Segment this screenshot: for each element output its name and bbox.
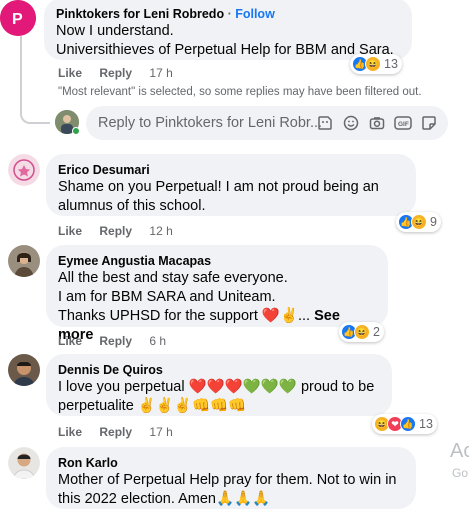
emoji-icon[interactable] xyxy=(342,114,360,132)
thread-line xyxy=(20,36,50,124)
comment-text-line: Shame on you Perpetual! I am not proud b… xyxy=(58,179,379,195)
comment-text-line: alumnus of this school. xyxy=(58,198,206,214)
comment-text-line: Mother of Perpetual Help pray for them. … xyxy=(58,472,397,488)
comment-text-line: Thanks UPHSD for the support ❤️✌️... xyxy=(58,308,311,324)
comment-actions: Like Reply 6 h xyxy=(58,334,180,348)
avatar[interactable] xyxy=(8,245,40,277)
svg-text:GIF: GIF xyxy=(398,121,409,128)
like-button[interactable]: Like xyxy=(58,425,82,439)
comment-author[interactable]: Pinktokers for Leni Robredo xyxy=(56,7,224,21)
reply-button[interactable]: Reply xyxy=(99,334,132,348)
comment-author[interactable]: Erico Desumari xyxy=(58,162,404,178)
reaction-count: 13 xyxy=(419,417,433,431)
avatar[interactable] xyxy=(8,154,40,186)
like-button[interactable]: Like xyxy=(58,224,82,238)
reply-placeholder: Reply to Pinktokers for Leni Robr... xyxy=(98,115,323,131)
reaction-count: 9 xyxy=(430,215,437,229)
watermark-text: Ac xyxy=(450,440,469,462)
timestamp[interactable]: 17 h xyxy=(149,425,172,439)
haha-reaction-icon: 😆 xyxy=(411,214,427,230)
follow-button[interactable]: Follow xyxy=(235,7,275,21)
comment-bubble: Pinktokers for Leni Robredo · Follow Now… xyxy=(44,0,412,60)
camera-icon[interactable] xyxy=(368,114,386,132)
watermark-text: Go xyxy=(452,466,469,480)
comment-author[interactable]: Ron Karlo xyxy=(58,455,404,471)
haha-reaction-icon: 😆 xyxy=(354,324,370,340)
gif-icon[interactable]: GIF xyxy=(394,114,412,132)
sticker-icon[interactable] xyxy=(316,114,334,132)
svg-text:P: P xyxy=(12,11,23,28)
timestamp[interactable]: 12 h xyxy=(149,224,172,238)
comment-bubble: Ron Karlo Mother of Perpetual Help pray … xyxy=(46,447,416,509)
comment-author[interactable]: Eymee Angustia Macapas xyxy=(58,253,376,269)
online-status-icon xyxy=(72,127,80,135)
comment-text-line: perpetualite ✌️✌️✌️👊👊👊 xyxy=(58,398,247,414)
avatar[interactable] xyxy=(8,354,40,386)
comment-text-line: this 2022 election. Amen🙏🙏🙏 xyxy=(58,491,271,507)
reactions-summary[interactable]: 👍 😆 13 xyxy=(350,54,402,74)
avatar[interactable]: P xyxy=(0,0,36,36)
comment-text-line: Now I understand. xyxy=(56,23,174,39)
avatar[interactable] xyxy=(8,447,40,479)
comment-text-line: Universithieves of Perpetual Help for BB… xyxy=(56,42,394,58)
comment-text-line: I love you perpetual ❤️❤️❤️💚💚💚 proud to … xyxy=(58,379,375,395)
comment-text-line: I am for BBM SARA and Uniteam. xyxy=(58,289,276,305)
filter-note: "Most relevant" is selected, so some rep… xyxy=(58,86,422,98)
comment-bubble: Erico Desumari Shame on you Perpetual! I… xyxy=(46,154,416,216)
reply-button[interactable]: Reply xyxy=(99,224,132,238)
comment-bubble: Dennis De Quiros I love you perpetual ❤️… xyxy=(46,354,392,416)
sticker-icon[interactable] xyxy=(420,114,438,132)
reactions-summary[interactable]: 👍 😆 2 xyxy=(339,322,384,342)
like-button[interactable]: Like xyxy=(58,66,82,80)
like-reaction-icon: 👍 xyxy=(400,416,416,432)
reactions-summary[interactable]: 👍 😆 9 xyxy=(396,212,441,232)
comment-actions: Like Reply 17 h xyxy=(58,66,187,80)
comment-author[interactable]: Dennis De Quiros xyxy=(58,362,380,378)
comment-text-line: All the best and stay safe everyone. xyxy=(58,270,288,286)
timestamp[interactable]: 6 h xyxy=(149,334,166,348)
comment-actions: Like Reply 17 h xyxy=(58,425,187,439)
haha-reaction-icon: 😆 xyxy=(365,56,381,72)
comment-actions: Like Reply 12 h xyxy=(58,224,187,238)
reply-button[interactable]: Reply xyxy=(99,425,132,439)
comment-bubble: Eymee Angustia Macapas All the best and … xyxy=(46,245,388,343)
reaction-count: 2 xyxy=(373,325,380,339)
reactions-summary[interactable]: 😆 ❤ 👍 13 xyxy=(372,414,437,434)
like-button[interactable]: Like xyxy=(58,334,82,348)
reply-button[interactable]: Reply xyxy=(99,66,132,80)
reply-input[interactable]: Reply to Pinktokers for Leni Robr... GIF xyxy=(86,106,448,140)
reaction-count: 13 xyxy=(384,57,398,71)
timestamp[interactable]: 17 h xyxy=(149,66,172,80)
